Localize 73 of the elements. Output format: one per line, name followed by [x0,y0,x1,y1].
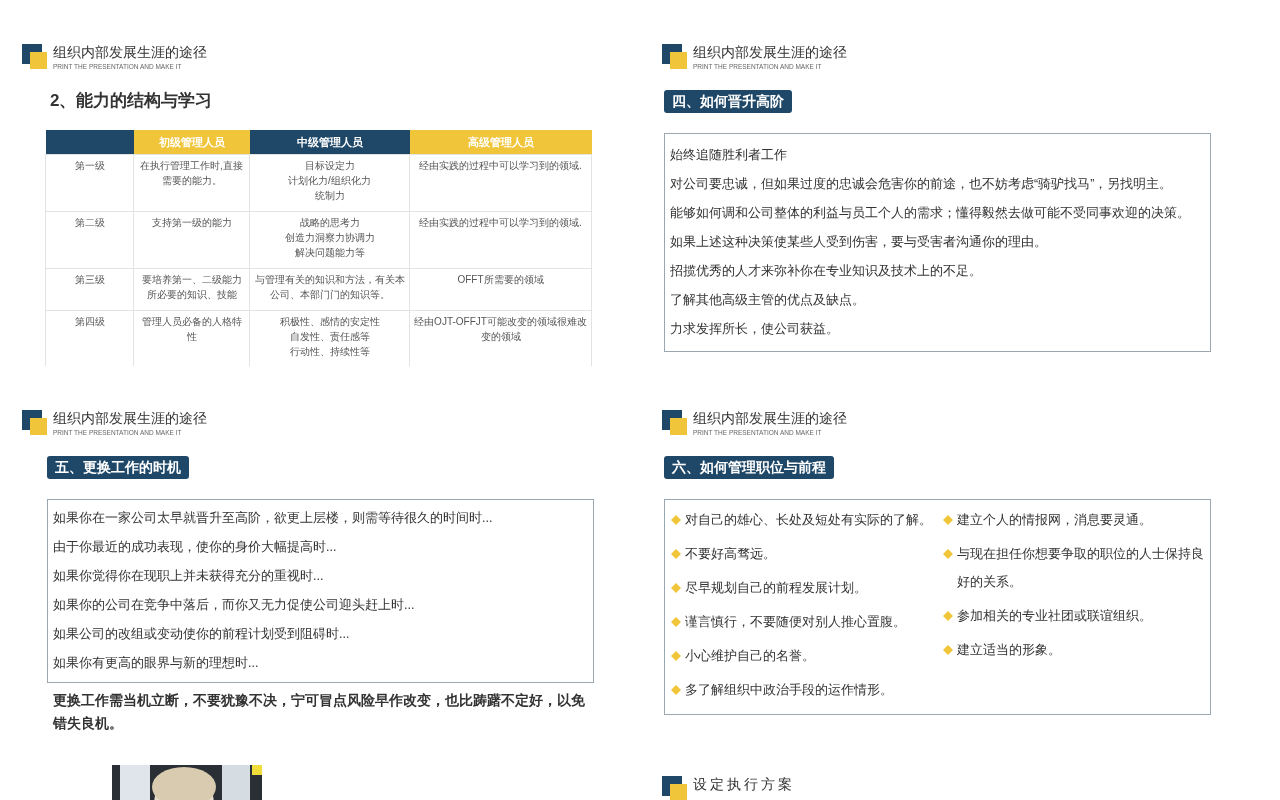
logo-icon [662,410,688,436]
table-cell-text: 第四级 [73,315,106,329]
table-cell-text: 与管理有关的知识和方法，有关本公司、本部门门的知识等。 [254,273,405,302]
text-line: 如果你有更高的眼界与新的理想时... [53,655,260,672]
bullet-text: 尽早规划自己的前程发展计划。 [685,580,867,597]
bullet-text: 多了解组织中政治手段的运作情形。 [685,682,893,699]
section-badge: 六、如何管理职位与前程 [664,456,834,479]
bullet-text: 小心维护自己的名誉。 [685,648,815,665]
diamond-icon [671,549,681,559]
bullet-text: 不要好高骛远。 [685,546,776,563]
diamond-icon [671,651,681,661]
table-cell-text: 目标设定力 [303,159,356,173]
table-cell-text: 第一级 [73,159,106,173]
table-cell-text: 第三级 [73,273,106,287]
bullet-text: 建立个人的情报网，消息要灵通。 [957,512,1152,529]
text-line: 始终追随胜利者工作 [670,147,788,164]
diamond-icon [943,515,953,525]
bullet-text: 参加相关的专业社团或联谊组织。 [957,608,1152,625]
text-line: 招揽优秀的人才来弥补你在专业知识及技术上的不足。 [670,263,983,280]
table-cell-text: 经由实践的过程中可以学习到的领域. [418,216,583,230]
table-cell-text: 统制力 [313,189,346,203]
text-line: 如果公司的改组或变动使你的前程计划受到阻碍时... [53,626,351,643]
text-line: 了解其他高级主管的优点及缺点。 [670,292,866,309]
slide-title: 组织内部发展生涯的途径 [53,44,207,60]
slide-title: 组织内部发展生涯的途径 [693,410,847,426]
diamond-icon [671,617,681,627]
logo-icon [662,776,688,800]
table-header-cell: 中级管理人员 [249,129,410,155]
bullet-text: 与现在担任你想要争取的职位的人士保持良好的关系。 [957,546,1204,591]
table-cell-text: 行动性、持续性等 [288,345,371,359]
logo-icon [662,44,688,70]
table-cell-text: 在执行管理工作时,直接需要的能力。 [139,159,244,188]
table-cell-text: 积极性、感情的安定性 [278,315,381,329]
slide-heading: 2、能力的结构与学习 [50,90,214,112]
logo-icon [22,410,48,436]
bullet-text: 对自己的雄心、长处及短处有实际的了解。 [685,512,932,529]
diamond-icon [671,685,681,695]
table-cell-text: OFFT所需要的领域 [456,273,545,287]
section-badge: 四、如何晋升高阶 [664,90,792,113]
bullet-text: 谨言慎行，不要随便对别人推心置腹。 [685,614,906,631]
logo-icon [22,44,48,70]
text-line: 如果你觉得你在现职上并未获得充分的重视时... [53,568,325,585]
text-line: 如果你的公司在竞争中落后，而你又无力促使公司迎头赶上时... [53,597,416,614]
text-line: 如果上述这种决策使某些人受到伤害，要与受害者沟通你的理由。 [670,234,1048,251]
table-cell-text: 战略的思考力 [298,216,361,230]
table-cell-text: 解决问题能力等 [293,246,366,260]
table-header-cell: 高级管理人员 [409,129,592,155]
section-badge: 五、更换工作的时机 [47,456,189,479]
table-cell-text: 创造力洞察力协调力 [283,231,376,245]
text-line: 力求发挥所长，使公司获益。 [670,321,840,338]
diamond-icon [943,645,953,655]
diamond-icon [671,583,681,593]
table-cell-text: 经由实践的过程中可以学习到的领域. [418,159,583,173]
table-cell-text: 支持第一级的能力 [150,216,233,230]
slide-title: 组织内部发展生涯的途径 [53,410,207,426]
summary-text: 更换工作需当机立断，不要犹豫不决，宁可冒点风险早作改变，也比踌躇不定好，以免错失良机。 [53,691,586,732]
diamond-icon [671,515,681,525]
text-line: 能够如何调和公司整体的利益与员工个人的需求；懂得毅然去做可能不受同事欢迎的决策。 [670,205,1191,222]
table-cell-text: 管理人员必备的人格特性 [140,315,243,344]
table-cell-text: 自发性、责任感等 [288,330,371,344]
table-cell-text: 第二级 [73,216,106,230]
text-line: 如果你在一家公司太早就晋升至高阶，欲更上层楼，则需等待很久的时间时... [53,510,494,527]
bullet-text: 建立适当的形象。 [957,642,1061,659]
table-cell-text: 计划化力/组织化力 [287,174,372,188]
text-line: 由于你最近的成功表现，使你的身价大幅提高时... [53,539,338,556]
table-cell-text: 要培养第一、二级能力所必要的知识、技能 [140,273,243,302]
table-header-cell: 初级管理人员 [133,129,250,155]
table-cell-text: 经由OJT-OFFJT可能改变的领域很难改变的领域 [414,315,587,344]
text-line: 对公司要忠诚，但如果过度的忠诚会危害你的前途，也不妨考虑“骑驴找马”，另找明主。 [670,176,1174,193]
slide-title: 设定执行方案 [693,776,795,792]
diamond-icon [943,549,953,559]
diamond-icon [943,611,953,621]
slide-title: 组织内部发展生涯的途径 [693,44,847,60]
